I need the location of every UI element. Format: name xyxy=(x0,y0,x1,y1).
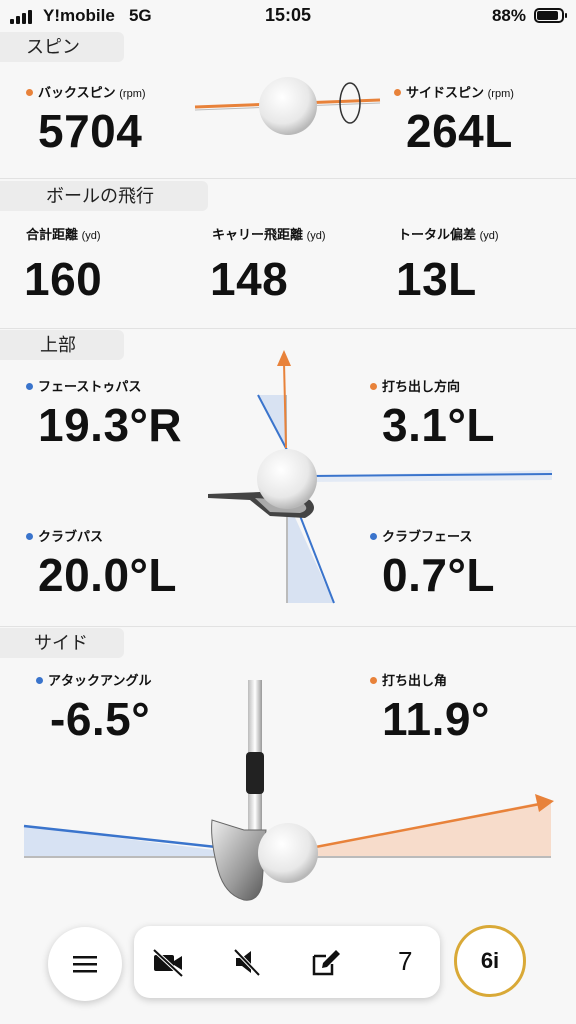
section-title-side: サイド xyxy=(0,628,124,658)
clock: 15:05 xyxy=(264,5,312,25)
battery-percent: 88% xyxy=(491,6,526,25)
spin-graphic xyxy=(194,77,381,135)
sidespin-label: サイドスピン (rpm) xyxy=(394,82,514,101)
section-title-top: 上部 xyxy=(0,330,124,360)
club-path-value: 20.0°L xyxy=(38,549,178,601)
carry-distance-label: キャリー飛距離 (yd) xyxy=(212,227,326,242)
battery-icon xyxy=(534,8,567,23)
total-distance-value: 160 xyxy=(24,253,103,305)
bottom-toolbar: 7 xyxy=(134,926,440,998)
shot-count[interactable]: 7 xyxy=(398,946,412,977)
launch-direction-label: 打ち出し方向 xyxy=(370,376,460,395)
club-path-label: クラブパス xyxy=(26,526,103,545)
section-title-flight: ボールの飛行 xyxy=(0,181,208,211)
total-deviation-value: 13L xyxy=(396,253,477,305)
video-off-icon xyxy=(152,948,184,978)
backspin-label: バックスピン (rpm) xyxy=(26,82,146,101)
section-title-spin: スピン xyxy=(0,32,124,62)
backspin-value: 5704 xyxy=(38,105,143,157)
video-toggle-button[interactable] xyxy=(150,944,186,980)
menu-button[interactable] xyxy=(48,927,122,1001)
club-face-label: クラブフェース xyxy=(370,526,472,545)
sound-toggle-button[interactable] xyxy=(229,944,265,980)
face-to-path-label: フェーストゥパス xyxy=(26,376,141,395)
sound-off-icon xyxy=(233,948,261,977)
menu-icon xyxy=(73,956,97,973)
edit-icon xyxy=(312,950,340,976)
total-distance-label: 合計距離 (yd) xyxy=(26,227,101,242)
status-bar: Y!mobile 5G 15:05 88% xyxy=(0,0,576,32)
club-face-value: 0.7°L xyxy=(382,549,495,601)
club-selector-button[interactable]: 6i xyxy=(454,925,526,997)
edit-button[interactable] xyxy=(308,944,344,980)
sidespin-value: 264L xyxy=(406,105,513,157)
side-view-graphic xyxy=(23,680,554,901)
total-deviation-label: トータル偏差 (yd) xyxy=(398,227,499,242)
launch-direction-value: 3.1°L xyxy=(382,399,495,451)
face-to-path-value: 19.3°R xyxy=(38,399,183,451)
carry-distance-value: 148 xyxy=(210,253,289,305)
